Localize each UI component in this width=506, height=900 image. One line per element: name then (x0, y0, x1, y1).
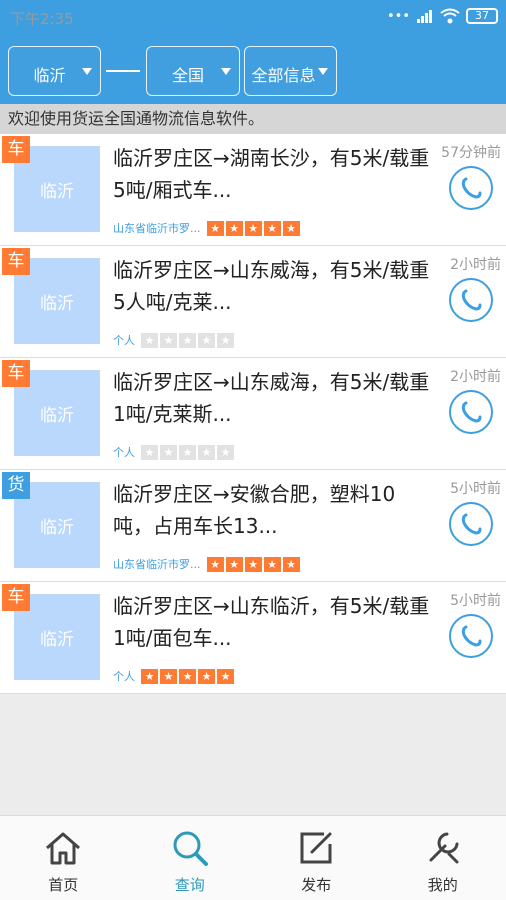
star-icon: ★ (198, 668, 215, 684)
listing-time: 57分钟前 (441, 145, 501, 161)
rating-stars: ★ ★ ★ ★ ★ (141, 668, 234, 684)
star-icon: ★ (179, 332, 196, 348)
destination-select[interactable]: 全国 (146, 46, 240, 96)
list-item[interactable]: 临沂 车 临沂罗庄区→山东威海，有5米/载重1吨/克莱斯... 2小时前 个人 … (0, 358, 506, 470)
tab-home[interactable]: 首页 (0, 816, 127, 900)
wifi-icon (440, 8, 460, 24)
origin-select[interactable]: 临沂 (8, 46, 101, 96)
star-icon: ★ (263, 220, 281, 236)
star-icon: ★ (225, 556, 243, 572)
route-arrow (106, 70, 140, 72)
battery-icon: 37 (466, 8, 498, 24)
tab-publish[interactable]: 发布 (253, 816, 380, 900)
listing-meta: 个人 ★ ★ ★ ★ ★ (113, 444, 234, 460)
star-icon: ★ (198, 444, 215, 460)
list-item[interactable]: 临沂 货 临沂罗庄区→安徽合肥，塑料10吨，占用车长13... 5小时前 山东省… (0, 470, 506, 582)
status-icons: ••• 37 (387, 8, 498, 24)
owner-label: 个人 (113, 446, 135, 459)
chevron-down-icon (221, 68, 231, 75)
listing-title: 临沂罗庄区→安徽合肥，塑料10吨，占用车长13... (113, 482, 396, 538)
call-button[interactable] (449, 278, 493, 322)
status-bar: 下午2:35 ••• 37 (0, 0, 506, 36)
type-tag: 车 (2, 248, 30, 275)
star-icon: ★ (244, 556, 262, 572)
listing-time: 2小时前 (450, 369, 501, 385)
star-icon: ★ (217, 332, 234, 348)
signal-icon (417, 10, 432, 23)
owner-label: 山东省临沂市罗... (113, 558, 201, 571)
owner-label: 山东省临沂市罗... (113, 222, 201, 235)
rating-stars: ★ ★ ★ ★ ★ (206, 556, 300, 572)
call-button[interactable] (449, 166, 493, 210)
tab-publish-label: 发布 (301, 876, 332, 894)
search-icon (173, 831, 208, 866)
list-item[interactable]: 临沂 车 临沂罗庄区→山东威海，有5米/载重5人吨/克莱... 2小时前 个人 … (0, 246, 506, 358)
owner-label: 个人 (113, 334, 135, 347)
star-icon: ★ (217, 668, 234, 684)
star-icon: ★ (225, 220, 243, 236)
listing-title: 临沂罗庄区→山东威海，有5米/载重5人吨/克莱... (113, 258, 430, 314)
type-tag: 车 (2, 584, 30, 611)
type-tag: 货 (2, 472, 30, 499)
star-icon: ★ (160, 444, 177, 460)
phone-icon (461, 401, 482, 423)
tab-mine[interactable]: 我的 (380, 816, 506, 900)
home-icon (46, 832, 81, 865)
phone-icon (461, 625, 482, 647)
rating-stars: ★ ★ ★ ★ ★ (141, 332, 234, 348)
owner-label: 个人 (113, 670, 135, 683)
phone-icon (461, 177, 482, 199)
listing-title: 临沂罗庄区→湖南长沙，有5米/载重5吨/厢式车... (113, 146, 430, 202)
star-icon: ★ (160, 332, 177, 348)
star-icon: ★ (263, 556, 281, 572)
list-item[interactable]: 临沂 车 临沂罗庄区→山东临沂，有5米/载重1吨/面包车... 5小时前 个人 … (0, 582, 506, 694)
star-icon: ★ (141, 332, 158, 348)
star-icon: ★ (141, 444, 158, 460)
filter-bar: 临沂 全国 全部信息 (0, 36, 506, 104)
phone-icon (461, 289, 482, 311)
star-icon: ★ (217, 444, 234, 460)
star-icon: ★ (206, 220, 224, 236)
chevron-down-icon (82, 68, 92, 75)
listing-list: 临沂 车 临沂罗庄区→湖南长沙，有5米/载重5吨/厢式车... 57分钟前 山东… (0, 134, 506, 694)
type-select[interactable]: 全部信息 (244, 46, 337, 96)
listing-meta: 山东省临沂市罗... ★ ★ ★ ★ ★ (113, 220, 300, 236)
wrench-icon (429, 832, 459, 864)
chevron-down-icon (318, 68, 328, 75)
dots-icon: ••• (386, 8, 410, 24)
tab-home-label: 首页 (48, 876, 79, 894)
listing-meta: 个人 ★ ★ ★ ★ ★ (113, 332, 234, 348)
star-icon: ★ (179, 444, 196, 460)
tab-search[interactable]: 查询 (127, 816, 254, 900)
star-icon: ★ (179, 668, 196, 684)
listing-meta: 个人 ★ ★ ★ ★ ★ (113, 668, 234, 684)
star-icon: ★ (160, 668, 177, 684)
tab-search-label: 查询 (174, 876, 205, 894)
tab-mine-label: 我的 (427, 876, 458, 894)
rating-stars: ★ ★ ★ ★ ★ (206, 220, 300, 236)
star-icon: ★ (198, 332, 215, 348)
listing-title: 临沂罗庄区→山东威海，有5米/载重1吨/克莱斯... (113, 370, 430, 426)
notice-banner: 欢迎使用货运全国通物流信息软件。 (0, 104, 506, 134)
list-item[interactable]: 临沂 车 临沂罗庄区→湖南长沙，有5米/载重5吨/厢式车... 57分钟前 山东… (0, 134, 506, 246)
phone-icon (461, 513, 482, 535)
listing-time: 5小时前 (450, 481, 501, 497)
listing-title: 临沂罗庄区→山东临沂，有5米/载重1吨/面包车... (113, 594, 430, 650)
listing-meta: 山东省临沂市罗... ★ ★ ★ ★ ★ (113, 556, 300, 572)
type-tag: 车 (2, 360, 30, 387)
bottom-tab-bar: 首页 查询 发布 我的 (0, 815, 506, 900)
call-button[interactable] (449, 390, 493, 434)
listing-time: 5小时前 (450, 593, 501, 609)
star-icon: ★ (141, 668, 158, 684)
edit-icon (300, 832, 332, 864)
star-icon: ★ (282, 220, 300, 236)
call-button[interactable] (449, 502, 493, 546)
rating-stars: ★ ★ ★ ★ ★ (141, 444, 234, 460)
type-tag: 车 (2, 136, 30, 163)
listing-time: 2小时前 (450, 257, 501, 273)
call-button[interactable] (449, 614, 493, 658)
star-icon: ★ (282, 556, 300, 572)
star-icon: ★ (244, 220, 262, 236)
star-icon: ★ (206, 556, 224, 572)
